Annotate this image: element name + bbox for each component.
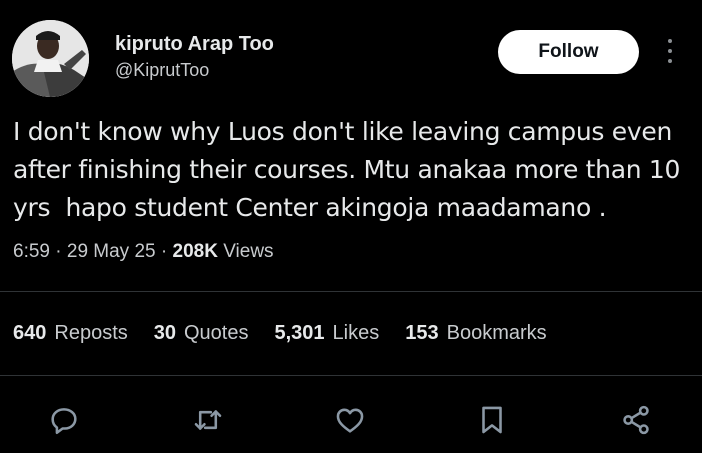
more-dot — [668, 39, 672, 43]
reposts-count: 640 — [13, 322, 47, 344]
author-display-name[interactable]: kipruto Arap Too — [115, 33, 274, 56]
likes-count: 5,301 — [274, 322, 325, 344]
like-icon[interactable] — [330, 400, 370, 440]
stat-reposts[interactable]: 640 Reposts — [13, 322, 128, 345]
meta-separator: · — [55, 241, 62, 262]
tweet-text-line: after finishing their courses. Mtu anaka… — [13, 155, 681, 184]
meta-separator: · — [160, 241, 168, 262]
divider — [0, 375, 702, 376]
reply-icon[interactable] — [44, 400, 84, 440]
more-options-icon[interactable] — [660, 36, 680, 66]
author-handle[interactable]: @KiprutToo — [115, 60, 209, 81]
person-avatar-icon — [12, 20, 89, 97]
stat-bookmarks[interactable]: 153 Bookmarks — [405, 322, 546, 345]
views-label: Views — [223, 241, 274, 262]
bookmark-icon[interactable] — [472, 400, 512, 440]
stat-likes[interactable]: 5,301 Likes — [274, 322, 379, 345]
quotes-label: Quotes — [184, 322, 249, 344]
action-bar — [0, 400, 702, 442]
tweet-date[interactable]: 29 May 25 — [67, 241, 156, 262]
tweet-time[interactable]: 6:59 — [13, 241, 50, 262]
follow-button[interactable]: Follow — [498, 30, 639, 74]
divider — [0, 291, 702, 292]
reposts-label: Reposts — [54, 322, 128, 344]
bookmarks-count: 153 — [405, 322, 439, 344]
likes-label: Likes — [332, 322, 380, 344]
views-count: 208K — [172, 241, 218, 262]
tweet-text-line: yrs hapo student Center akingoja maadama… — [13, 193, 607, 222]
tweet-meta: 6:59 · 29 May 25 · 208K Views — [13, 241, 274, 263]
engagement-stats: 640 Reposts 30 Quotes 5,301 Likes 153 Bookma… — [13, 322, 573, 345]
repost-icon[interactable] — [188, 400, 228, 440]
quotes-count: 30 — [153, 322, 176, 344]
more-dot — [668, 49, 672, 53]
more-dot — [668, 59, 672, 63]
bookmarks-label: Bookmarks — [446, 322, 547, 344]
tweet-text: I don't know why Luos don't like leaving… — [13, 113, 698, 227]
avatar[interactable] — [12, 20, 89, 97]
tweet-text-line: I don't know why Luos don't like leaving… — [13, 117, 672, 146]
stat-quotes[interactable]: 30 Quotes — [154, 322, 249, 345]
share-icon[interactable] — [616, 400, 656, 440]
